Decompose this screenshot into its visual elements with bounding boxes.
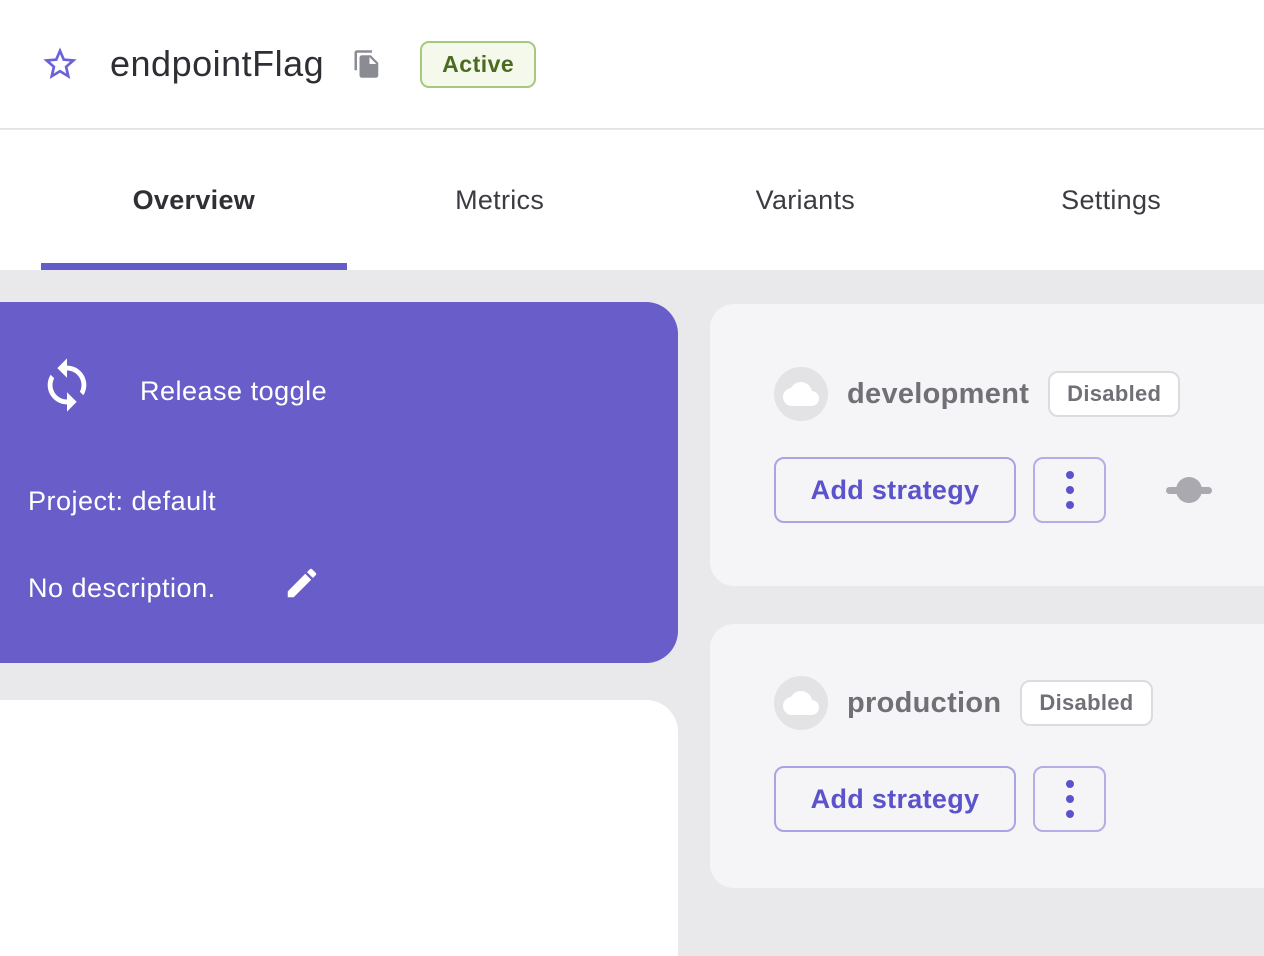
tab-overview-label: Overview — [133, 185, 255, 216]
flag-project-label: Project: default — [28, 486, 216, 517]
flag-summary-card: Release toggle Project: default No descr… — [0, 302, 678, 663]
flag-type-label: Release toggle — [140, 376, 327, 407]
kebab-menu-icon — [1066, 471, 1074, 479]
copy-icon — [352, 49, 382, 79]
environment-card-header: development Disabled — [774, 367, 1180, 421]
tab-metrics[interactable]: Metrics — [347, 130, 653, 270]
environment-menu-button-development[interactable] — [1033, 457, 1106, 523]
environment-card-actions: Add strategy — [774, 766, 1106, 832]
feature-flag-page: endpointFlag Active Overview Metrics Var… — [0, 0, 1264, 956]
environment-card-actions: Add strategy — [774, 457, 1212, 523]
environment-status-badge: Disabled — [1048, 371, 1180, 417]
tab-variants[interactable]: Variants — [653, 130, 959, 270]
environment-status-badge: Disabled — [1020, 680, 1152, 726]
tab-metrics-label: Metrics — [455, 185, 544, 216]
status-badge: Active — [420, 41, 536, 88]
environment-name: development — [847, 378, 1029, 411]
copy-name-button[interactable] — [352, 49, 382, 79]
tab-settings[interactable]: Settings — [958, 130, 1264, 270]
active-tab-indicator — [41, 263, 347, 270]
environment-name: production — [847, 687, 1001, 720]
pencil-icon — [283, 564, 321, 602]
page-header: endpointFlag Active — [0, 0, 1264, 129]
tab-settings-label: Settings — [1061, 185, 1161, 216]
cloud-icon — [774, 367, 828, 421]
star-icon — [40, 44, 80, 84]
environment-card-header: production Disabled — [774, 676, 1153, 730]
favorite-star-button[interactable] — [40, 44, 80, 84]
flag-tabs: Overview Metrics Variants Settings — [0, 130, 1264, 270]
cloud-icon — [774, 676, 828, 730]
loop-icon — [38, 356, 96, 419]
edit-description-button[interactable] — [283, 564, 321, 602]
environment-card-production: production Disabled Add strategy — [710, 624, 1264, 888]
flag-description-label: No description. — [28, 573, 216, 604]
page-title: endpointFlag — [110, 43, 324, 85]
tab-overview[interactable]: Overview — [41, 130, 347, 270]
add-strategy-button-production[interactable]: Add strategy — [774, 766, 1016, 832]
add-strategy-button-development[interactable]: Add strategy — [774, 457, 1016, 523]
kebab-menu-icon — [1066, 780, 1074, 788]
environment-card-development: development Disabled Add strategy — [710, 304, 1264, 586]
slider-icon — [1166, 477, 1212, 503]
environment-menu-button-production[interactable] — [1033, 766, 1106, 832]
enabled-environments-card: Enabled in environments (0) development … — [0, 700, 678, 956]
tab-variants-label: Variants — [756, 185, 855, 216]
